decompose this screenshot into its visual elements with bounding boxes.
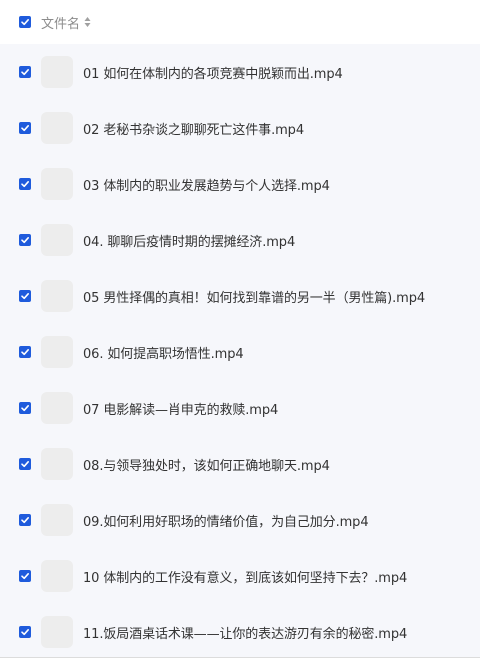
file-thumbnail: [41, 168, 73, 200]
file-row[interactable]: 07 电影解读—肖申克的救赎.mp4: [0, 380, 480, 436]
file-checkbox[interactable]: [19, 402, 31, 414]
file-checkbox[interactable]: [19, 570, 31, 582]
file-row[interactable]: 08.与领导独处时，该如何正确地聊天.mp4: [0, 436, 480, 492]
file-row[interactable]: 01 如何在体制内的各项竞赛中脱颖而出.mp4: [0, 44, 480, 100]
file-thumbnail: [41, 616, 73, 648]
check-icon: [21, 125, 29, 132]
file-thumbnail: [41, 336, 73, 368]
file-list: 01 如何在体制内的各项竞赛中脱颖而出.mp4 02 老秘书杂谈之聊聊死亡这件事.…: [0, 44, 480, 658]
file-row[interactable]: 02 老秘书杂谈之聊聊死亡这件事.mp4: [0, 100, 480, 156]
file-row[interactable]: 03 体制内的职业发展趋势与个人选择.mp4: [0, 156, 480, 212]
sort-icon[interactable]: [84, 16, 91, 28]
check-icon: [21, 349, 29, 356]
file-row[interactable]: 11.饭局酒桌话术课——让你的表达游刃有余的秘密.mp4: [0, 604, 480, 658]
file-checkbox[interactable]: [19, 458, 31, 470]
file-thumbnail: [41, 56, 73, 88]
file-list-header: 文件名: [0, 0, 480, 44]
file-thumbnail: [41, 112, 73, 144]
file-thumbnail: [41, 560, 73, 592]
file-name[interactable]: 05 男性择偶的真相！如何找到靠谱的另一半（男性篇).mp4: [83, 287, 425, 306]
file-row[interactable]: 10 体制内的工作没有意义，到底该如何坚持下去？.mp4: [0, 548, 480, 604]
file-thumbnail: [41, 224, 73, 256]
check-icon: [21, 629, 29, 636]
file-name[interactable]: 06. 如何提高职场悟性.mp4: [83, 343, 244, 362]
file-row[interactable]: 05 男性择偶的真相！如何找到靠谱的另一半（男性篇).mp4: [0, 268, 480, 324]
file-row[interactable]: 06. 如何提高职场悟性.mp4: [0, 324, 480, 380]
file-name[interactable]: 04. 聊聊后疫情时期的摆摊经济.mp4: [83, 231, 295, 250]
file-checkbox[interactable]: [19, 290, 31, 302]
file-thumbnail: [41, 280, 73, 312]
file-checkbox[interactable]: [19, 178, 31, 190]
check-icon: [21, 293, 29, 300]
file-thumbnail: [41, 448, 73, 480]
file-row[interactable]: 04. 聊聊后疫情时期的摆摊经济.mp4: [0, 212, 480, 268]
file-name[interactable]: 09.如何利用好职场的情绪价值，为自己加分.mp4: [83, 511, 369, 530]
select-all-checkbox[interactable]: [19, 16, 31, 28]
check-icon: [21, 573, 29, 580]
file-checkbox[interactable]: [19, 514, 31, 526]
file-checkbox[interactable]: [19, 346, 31, 358]
file-name[interactable]: 10 体制内的工作没有意义，到底该如何坚持下去？.mp4: [83, 567, 407, 586]
column-header-filename[interactable]: 文件名: [41, 13, 80, 32]
check-icon: [21, 405, 29, 412]
check-icon: [21, 461, 29, 468]
file-name[interactable]: 07 电影解读—肖申克的救赎.mp4: [83, 399, 278, 418]
file-name[interactable]: 11.饭局酒桌话术课——让你的表达游刃有余的秘密.mp4: [83, 623, 407, 642]
file-name[interactable]: 01 如何在体制内的各项竞赛中脱颖而出.mp4: [83, 63, 343, 82]
file-row[interactable]: 09.如何利用好职场的情绪价值，为自己加分.mp4: [0, 492, 480, 548]
check-icon: [21, 237, 29, 244]
file-name[interactable]: 03 体制内的职业发展趋势与个人选择.mp4: [83, 175, 330, 194]
file-checkbox[interactable]: [19, 122, 31, 134]
file-thumbnail: [41, 392, 73, 424]
check-icon: [21, 517, 29, 524]
file-name[interactable]: 02 老秘书杂谈之聊聊死亡这件事.mp4: [83, 119, 304, 138]
file-name[interactable]: 08.与领导独处时，该如何正确地聊天.mp4: [83, 455, 330, 474]
check-icon: [21, 69, 29, 76]
file-checkbox[interactable]: [19, 66, 31, 78]
file-checkbox[interactable]: [19, 234, 31, 246]
file-thumbnail: [41, 504, 73, 536]
check-icon: [21, 19, 29, 26]
check-icon: [21, 181, 29, 188]
file-checkbox[interactable]: [19, 626, 31, 638]
